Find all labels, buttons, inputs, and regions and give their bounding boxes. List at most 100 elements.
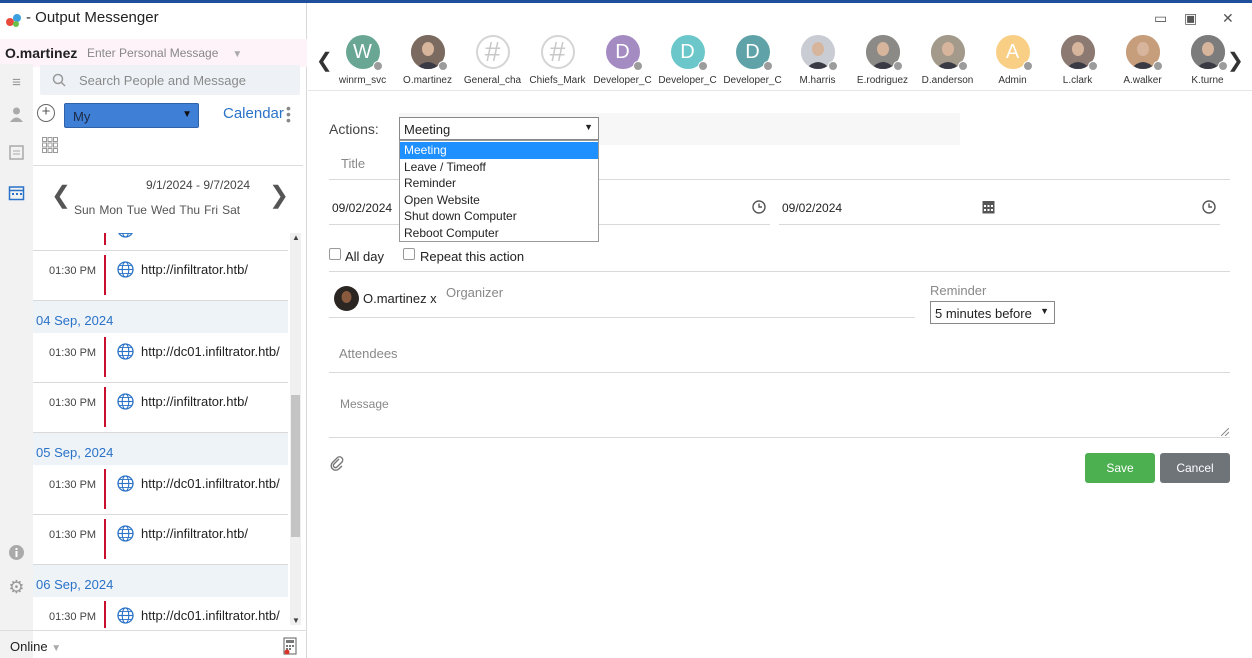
grid-view-icon[interactable] xyxy=(42,137,58,153)
end-underline xyxy=(779,224,1220,225)
repeat-checkbox[interactable] xyxy=(403,248,415,260)
globe-icon xyxy=(117,525,134,542)
calendar-event-item[interactable]: 01:30 PM http://infiltrator.htb/ xyxy=(33,383,288,433)
more-options-icon[interactable]: • • • xyxy=(286,101,291,127)
contact-avatar: D xyxy=(735,35,773,71)
contact-avatar xyxy=(1190,35,1228,71)
next-week-icon[interactable]: ❯ xyxy=(269,181,289,210)
action-option[interactable]: Reminder xyxy=(400,175,598,192)
dropdown-arrow-icon: ▼ xyxy=(1040,306,1049,316)
contact-avatar xyxy=(930,35,968,71)
user-bar: O.martinez Enter Personal Message ▼ xyxy=(0,39,307,67)
start-date-input[interactable]: 09/02/2024 xyxy=(332,201,392,215)
menu-icon[interactable]: ≡ xyxy=(8,74,25,91)
all-day-label: All day xyxy=(345,249,385,264)
contact-e-rodriguez[interactable]: E.rodriguez xyxy=(850,35,915,86)
current-user-name[interactable]: O.martinez xyxy=(5,45,77,61)
calendar-event-item[interactable]: 01:30 PM http://dc01.infiltrator.htb/ xyxy=(33,465,288,515)
chevron-down-icon[interactable]: ▼ xyxy=(232,49,242,60)
contact-developer-c[interactable]: D Developer_C xyxy=(590,35,655,86)
contact-name: Chiefs_Mark xyxy=(529,75,586,86)
weekday-mon: Mon xyxy=(99,203,123,217)
calendar-icon[interactable] xyxy=(8,184,25,201)
contact-chiefs-mark[interactable]: # Chiefs_Mark xyxy=(525,35,590,86)
contact-d-anderson[interactable]: D.anderson xyxy=(915,35,980,86)
organizer-chip[interactable]: O.martinez x xyxy=(363,291,437,306)
calendar-label[interactable]: Calendar xyxy=(223,105,284,122)
action-type-dropdown: Meeting Leave / Timeoff Reminder Open Websi… xyxy=(399,140,599,242)
scrollbar-thumb[interactable] xyxy=(291,395,300,537)
globe-icon xyxy=(117,233,134,238)
date-header: 06 Sep, 2024 xyxy=(36,577,114,592)
reminder-label: Reminder xyxy=(930,283,987,298)
cancel-button[interactable]: Cancel xyxy=(1160,453,1230,483)
presence-status-icon xyxy=(762,61,773,71)
contact-o-martinez[interactable]: O.martinez xyxy=(395,35,460,86)
contact-developer-c[interactable]: D Developer_C xyxy=(720,35,785,86)
channel-hash-icon: # xyxy=(475,35,510,69)
search-box[interactable]: Search People and Message xyxy=(40,65,300,95)
event-color-bar xyxy=(104,337,106,377)
contact-a-walker[interactable]: A.walker xyxy=(1110,35,1175,86)
contact-winrm-svc[interactable]: Wwinrm_svc xyxy=(330,35,395,86)
contact-name: General_cha xyxy=(463,75,522,86)
end-date-input[interactable]: 09/02/2024 xyxy=(782,201,842,215)
action-type-select[interactable]: Meeting ▼ xyxy=(399,117,599,140)
event-color-bar xyxy=(104,387,106,427)
minimize-button[interactable]: ▭ xyxy=(1154,10,1167,27)
info-icon[interactable] xyxy=(8,544,25,561)
contact-avatar: W xyxy=(345,35,383,71)
action-option[interactable]: Meeting xyxy=(400,142,598,159)
save-button[interactable]: Save xyxy=(1085,453,1155,483)
add-event-button[interactable]: + xyxy=(37,104,55,122)
calendar-event-item[interactable]: 01:30 PM http://dc01.infiltrator.htb/ xyxy=(33,333,288,383)
action-option[interactable]: Shut down Computer xyxy=(400,208,598,225)
personal-message-input[interactable]: Enter Personal Message ▼ xyxy=(87,46,242,60)
close-button[interactable]: ✕ xyxy=(1222,10,1234,27)
prev-week-icon[interactable]: ❮ xyxy=(51,181,71,210)
all-day-checkbox[interactable] xyxy=(329,248,341,260)
calendar-event-item[interactable]: · xyxy=(33,233,288,251)
settings-gear-icon[interactable]: ⚙ xyxy=(8,578,25,596)
event-color-bar xyxy=(104,255,106,295)
reminder-select[interactable]: 5 minutes before ▼ xyxy=(930,301,1055,324)
calendar-event-item[interactable]: 01:30 PM http://infiltrator.htb/ xyxy=(33,515,288,565)
contacts-icon[interactable] xyxy=(8,106,25,123)
action-option[interactable]: Open Website xyxy=(400,192,598,209)
calculator-icon[interactable] xyxy=(283,637,297,655)
contact-general-cha[interactable]: # General_cha xyxy=(460,35,525,86)
action-option[interactable]: Leave / Timeoff xyxy=(400,159,598,176)
globe-icon xyxy=(117,343,134,360)
contact-k-turne[interactable]: K.turne xyxy=(1175,35,1240,86)
resize-handle-icon[interactable] xyxy=(1221,428,1229,436)
status-bar: Online ▼ xyxy=(0,630,307,658)
contact-developer-c[interactable]: D Developer_C xyxy=(655,35,720,86)
calendar-filter-select[interactable]: My ▼ xyxy=(64,103,199,128)
contact-m-harris[interactable]: M.harris xyxy=(785,35,850,86)
attendees-input[interactable]: Attendees xyxy=(339,346,398,361)
event-color-bar xyxy=(104,601,106,628)
action-option[interactable]: Reboot Computer xyxy=(400,225,598,242)
contact-l-clark[interactable]: L.clark xyxy=(1045,35,1110,86)
actions-label: Actions: xyxy=(329,121,379,137)
title-input[interactable]: Title xyxy=(341,156,365,171)
globe-icon xyxy=(117,607,134,624)
clock-icon[interactable] xyxy=(1202,200,1216,214)
weekday-wed: Wed xyxy=(150,203,176,217)
notes-icon[interactable] xyxy=(8,144,25,161)
event-url: · xyxy=(141,233,145,237)
event-time: 01:30 PM xyxy=(49,397,97,409)
calendar-event-item[interactable]: 01:30 PM http://dc01.infiltrator.htb/ xyxy=(33,597,288,628)
week-navigator: 9/1/2024 - 9/7/2024 ❮ ❯ Sun Mon Tue Wed Thu F… xyxy=(33,165,303,235)
maximize-button[interactable]: ▣ xyxy=(1184,10,1197,27)
event-time: 01:30 PM xyxy=(49,265,97,277)
calendar-picker-icon[interactable] xyxy=(982,199,995,214)
status-selector[interactable]: Online ▼ xyxy=(10,639,61,654)
calendar-event-item[interactable]: 01:30 PM http://infiltrator.htb/ xyxy=(33,251,288,301)
message-textarea[interactable]: Message xyxy=(329,391,1230,438)
options-underline xyxy=(329,271,1230,272)
clock-icon[interactable] xyxy=(752,200,766,214)
contact-admin[interactable]: A Admin xyxy=(980,35,1045,86)
presence-status-icon xyxy=(892,61,903,71)
attachment-icon[interactable] xyxy=(329,455,345,471)
